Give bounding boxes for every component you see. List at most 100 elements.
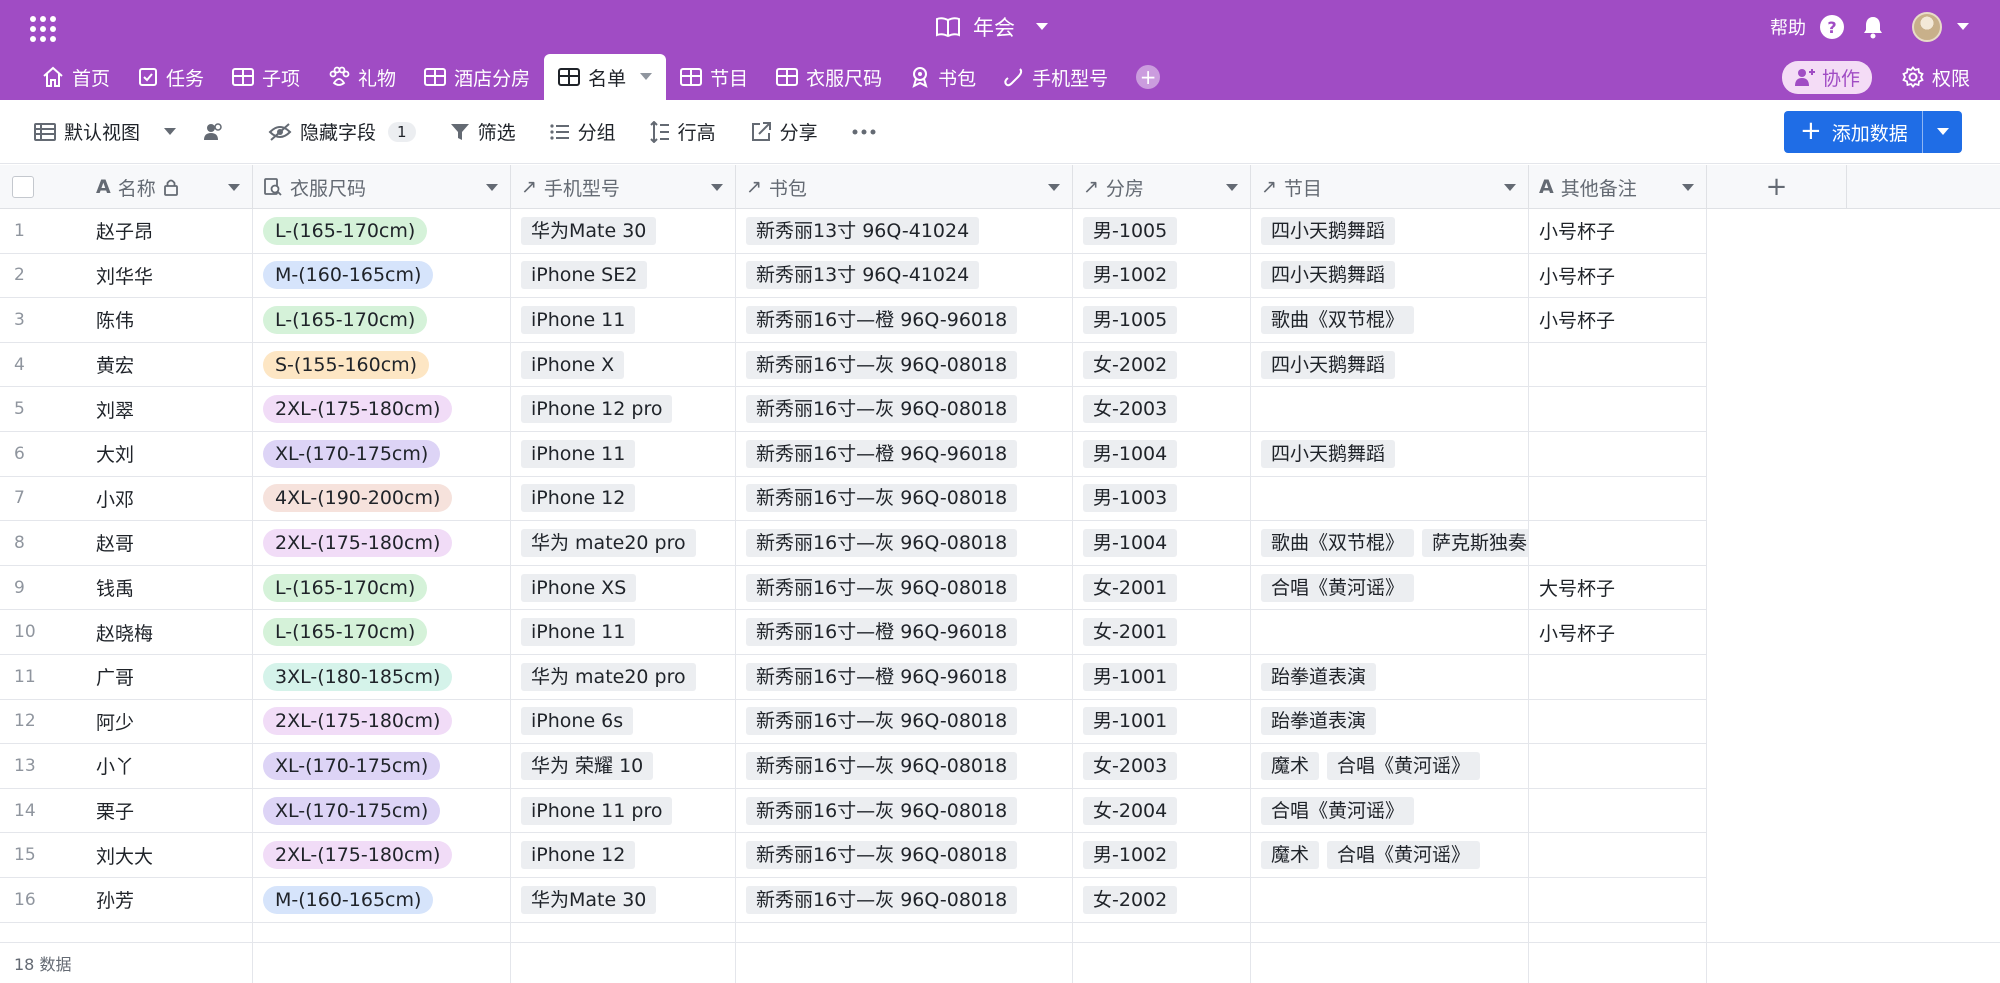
cell-name[interactable]: 黄宏 bbox=[86, 342, 253, 387]
tab-subitems[interactable]: 子项 bbox=[218, 54, 314, 100]
cell-bag[interactable]: 新秀丽16寸—灰 96Q-08018 bbox=[736, 387, 1073, 431]
cell-bag[interactable]: 新秀丽16寸—橙 96Q-96018 bbox=[736, 432, 1073, 476]
cell-note[interactable]: 大号杯子 bbox=[1529, 565, 1707, 610]
cell-name[interactable]: 小丫 bbox=[86, 744, 253, 788]
cell-note[interactable] bbox=[1529, 655, 1707, 699]
cell-name[interactable]: 栗子 bbox=[86, 788, 253, 833]
cell-phone[interactable]: iPhone X bbox=[511, 342, 736, 387]
cell-size[interactable]: XL-(170-175cm) bbox=[253, 432, 511, 476]
cell-room[interactable]: 男-1001 bbox=[1073, 655, 1251, 699]
tab-gifts[interactable]: 礼物 bbox=[314, 54, 410, 100]
cell-note[interactable] bbox=[1529, 342, 1707, 387]
cell-name[interactable]: 小邓 bbox=[86, 476, 253, 521]
cell-phone[interactable]: 华为Mate 30 bbox=[511, 878, 736, 922]
table-row[interactable]: 7 小邓 4XL-(190-200cm) iPhone 12 新秀丽16寸—灰 96Q-… bbox=[0, 476, 1707, 522]
cell-shows[interactable] bbox=[1251, 878, 1529, 922]
cell-bag[interactable]: 新秀丽16寸—灰 96Q-08018 bbox=[736, 565, 1073, 610]
row-height-button[interactable]: 行高 bbox=[649, 118, 716, 145]
cell-note[interactable] bbox=[1529, 521, 1707, 565]
add-data-button[interactable]: + 添加数据 bbox=[1784, 111, 1962, 153]
column-header-bag[interactable]: ↗ 书包 bbox=[736, 165, 1073, 209]
cell-size[interactable]: XL-(170-175cm) bbox=[253, 744, 511, 788]
cell-size[interactable]: L-(165-170cm) bbox=[253, 298, 511, 342]
cell-shows[interactable]: 合唱《黄河谣》 bbox=[1251, 788, 1529, 833]
cell-room[interactable]: 男-1002 bbox=[1073, 833, 1251, 877]
cell-size[interactable]: XL-(170-175cm) bbox=[253, 788, 511, 833]
cell-name[interactable]: 广哥 bbox=[86, 655, 253, 699]
chevron-down-icon[interactable] bbox=[228, 184, 240, 191]
cell-note[interactable] bbox=[1529, 699, 1707, 744]
help-label[interactable]: 帮助 bbox=[1770, 14, 1806, 40]
cell-note[interactable]: 小号杯子 bbox=[1529, 298, 1707, 342]
table-row[interactable]: 6 大刘 XL-(170-175cm) iPhone 11 新秀丽16寸—橙 96Q-9… bbox=[0, 432, 1707, 477]
cell-note[interactable] bbox=[1529, 833, 1707, 877]
filter-button[interactable]: 筛选 bbox=[450, 118, 516, 145]
tab-clothing-size[interactable]: 衣服尺码 bbox=[762, 54, 896, 100]
cell-room[interactable]: 男-1003 bbox=[1073, 476, 1251, 521]
cell-note[interactable] bbox=[1529, 788, 1707, 833]
table-row[interactable]: 9 钱禹 L-(165-170cm) iPhone XS 新秀丽16寸—灰 96Q-08… bbox=[0, 565, 1707, 611]
cell-room[interactable]: 女-2003 bbox=[1073, 744, 1251, 788]
cell-size[interactable]: M-(160-165cm) bbox=[253, 878, 511, 922]
cell-bag[interactable]: 新秀丽16寸—灰 96Q-08018 bbox=[736, 744, 1073, 788]
tab-backpack[interactable]: 书包 bbox=[896, 54, 990, 100]
chevron-down-icon[interactable] bbox=[486, 184, 498, 191]
cell-phone[interactable]: iPhone 12 bbox=[511, 476, 736, 521]
cell-shows[interactable] bbox=[1251, 610, 1529, 654]
table-row[interactable]: 13 小丫 XL-(170-175cm) 华为 荣耀 10 新秀丽16寸—灰 96Q-0… bbox=[0, 744, 1707, 789]
cell-name[interactable]: 赵子昂 bbox=[86, 209, 253, 253]
cell-note[interactable] bbox=[1529, 878, 1707, 922]
tab-tasks[interactable]: 任务 bbox=[124, 54, 218, 100]
permission-button[interactable]: 权限 bbox=[1902, 64, 1970, 91]
cell-phone[interactable]: iPhone XS bbox=[511, 565, 736, 610]
more-button[interactable] bbox=[852, 129, 876, 135]
select-all-cell[interactable] bbox=[0, 165, 86, 209]
chevron-down-icon[interactable] bbox=[1682, 184, 1694, 191]
cell-size[interactable]: 2XL-(175-180cm) bbox=[253, 699, 511, 744]
cell-shows[interactable]: 合唱《黄河谣》 bbox=[1251, 565, 1529, 610]
cell-shows[interactable] bbox=[1251, 387, 1529, 431]
table-row[interactable]: 1 赵子昂 L-(165-170cm) 华为Mate 30 新秀丽13寸 96Q-410… bbox=[0, 209, 1707, 254]
cell-note[interactable] bbox=[1529, 744, 1707, 788]
cell-phone[interactable]: iPhone 11 bbox=[511, 610, 736, 654]
tab-home[interactable]: 首页 bbox=[28, 54, 124, 100]
add-column-button[interactable]: + bbox=[1707, 165, 1847, 209]
cell-phone[interactable]: iPhone 12 bbox=[511, 833, 736, 877]
cell-room[interactable]: 男-1001 bbox=[1073, 699, 1251, 744]
cell-name[interactable]: 赵晓梅 bbox=[86, 610, 253, 654]
column-header-size[interactable]: 衣服尺码 bbox=[253, 165, 511, 209]
chevron-down-icon[interactable] bbox=[640, 73, 653, 81]
column-header-phone[interactable]: ↗ 手机型号 bbox=[511, 165, 736, 209]
cell-name[interactable]: 刘大大 bbox=[86, 833, 253, 877]
cell-bag[interactable]: 新秀丽16寸—灰 96Q-08018 bbox=[736, 699, 1073, 744]
cell-size[interactable]: 4XL-(190-200cm) bbox=[253, 476, 511, 521]
cell-note[interactable] bbox=[1529, 476, 1707, 521]
cell-shows[interactable] bbox=[1251, 476, 1529, 521]
cell-room[interactable]: 女-2004 bbox=[1073, 788, 1251, 833]
avatar[interactable] bbox=[1912, 12, 1942, 42]
cell-size[interactable]: 2XL-(175-180cm) bbox=[253, 387, 511, 431]
tab-phone-model[interactable]: 手机型号 bbox=[990, 54, 1122, 100]
table-row[interactable]: 11 广哥 3XL-(180-185cm) 华为 mate20 pro 新秀丽16寸—橙… bbox=[0, 655, 1707, 700]
collaborate-button[interactable]: 协作 bbox=[1781, 60, 1872, 94]
table-row[interactable]: 15 刘大大 2XL-(175-180cm) iPhone 12 新秀丽16寸—灰 96… bbox=[0, 833, 1707, 878]
chevron-down-icon[interactable] bbox=[711, 184, 723, 191]
group-button[interactable]: 分组 bbox=[549, 118, 616, 145]
view-members-button[interactable] bbox=[202, 122, 226, 142]
select-all-checkbox[interactable] bbox=[12, 176, 34, 198]
table-row[interactable]: 8 赵哥 2XL-(175-180cm) 华为 mate20 pro 新秀丽16寸—灰 … bbox=[0, 521, 1707, 566]
cell-size[interactable]: S-(155-160cm) bbox=[253, 342, 511, 387]
cell-name[interactable]: 孙芳 bbox=[86, 878, 253, 922]
cell-phone[interactable]: iPhone 11 bbox=[511, 298, 736, 342]
cell-size[interactable]: 2XL-(175-180cm) bbox=[253, 521, 511, 565]
chevron-down-icon[interactable] bbox=[1956, 22, 1970, 32]
cell-name[interactable]: 大刘 bbox=[86, 432, 253, 476]
cell-phone[interactable]: 华为 mate20 pro bbox=[511, 655, 736, 699]
cell-shows[interactable]: 跆拳道表演 bbox=[1251, 655, 1529, 699]
cell-bag[interactable]: 新秀丽16寸—灰 96Q-08018 bbox=[736, 476, 1073, 521]
cell-name[interactable]: 刘翠 bbox=[86, 387, 253, 431]
cell-bag[interactable]: 新秀丽16寸—橙 96Q-96018 bbox=[736, 655, 1073, 699]
cell-note[interactable]: 小号杯子 bbox=[1529, 610, 1707, 654]
cell-phone[interactable]: iPhone 11 pro bbox=[511, 788, 736, 833]
column-header-notes[interactable]: A 其他备注 bbox=[1529, 165, 1707, 209]
